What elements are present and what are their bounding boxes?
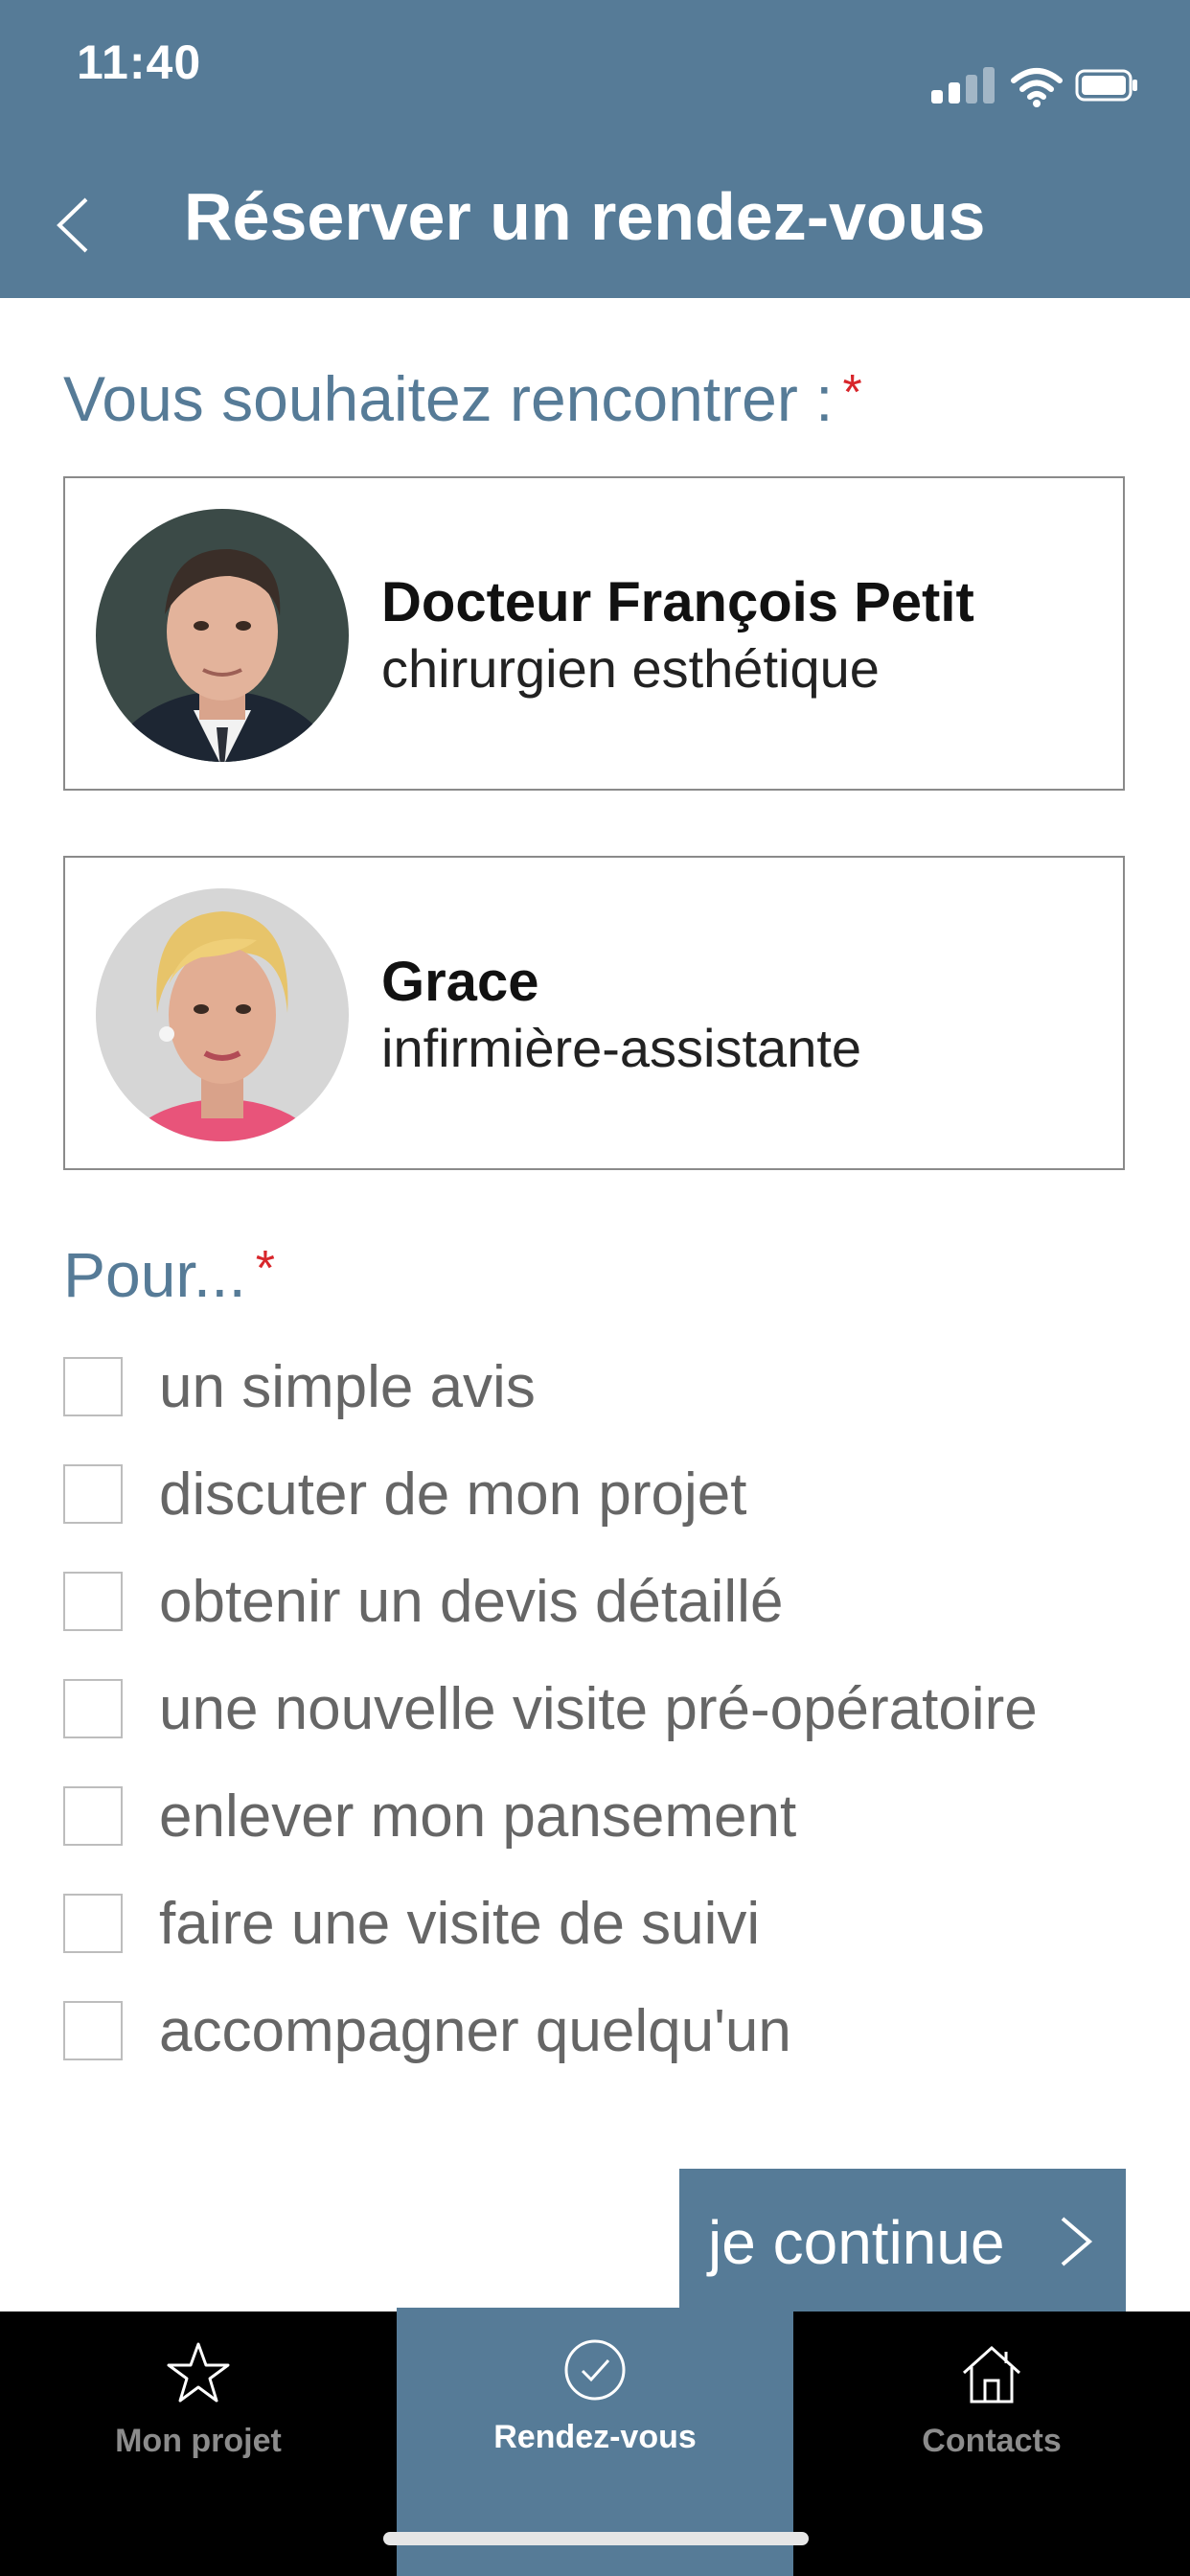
home-icon: [962, 2345, 1021, 2404]
continue-label: je continue: [708, 2208, 1005, 2277]
option-enlever-pansement[interactable]: enlever mon pansement: [63, 1781, 1146, 1857]
checkbox[interactable]: [63, 1786, 123, 1846]
checkbox[interactable]: [63, 1572, 123, 1631]
avatar: [96, 509, 349, 762]
required-mark: *: [255, 1241, 276, 1297]
star-icon: [167, 2342, 230, 2403]
option-label: accompagner quelqu'un: [159, 1998, 791, 2064]
person-role: chirurgien esthétique: [381, 638, 880, 699]
meet-section-label: Vous souhaitez rencontrer : *: [63, 362, 862, 435]
option-label: faire une visite de suivi: [159, 1891, 761, 1957]
purpose-label-text: Pour...: [63, 1239, 246, 1310]
purpose-section-label: Pour... *: [63, 1238, 275, 1311]
option-accompagner[interactable]: accompagner quelqu'un: [63, 1995, 1146, 2072]
option-visite-pre-operatoire[interactable]: une nouvelle visite pré-opératoire: [63, 1673, 1146, 1750]
battery-icon: [1075, 69, 1137, 102]
option-label: un simple avis: [159, 1354, 536, 1420]
status-time: 11:40: [77, 35, 202, 89]
checkbox[interactable]: [63, 1679, 123, 1738]
page-title: Réserver un rendez-vous: [184, 179, 986, 254]
wifi-icon: [1011, 68, 1063, 107]
tab-label: Mon projet: [115, 2423, 282, 2459]
option-label: enlever mon pansement: [159, 1783, 797, 1850]
checkbox[interactable]: [63, 1464, 123, 1524]
person-role: infirmière-assistante: [381, 1018, 862, 1078]
option-label: discuter de mon projet: [159, 1461, 747, 1528]
continue-button[interactable]: je continue: [679, 2169, 1126, 2312]
avatar: [96, 888, 349, 1141]
status-icons: [931, 65, 1152, 107]
person-name: Grace: [381, 951, 539, 1013]
back-button[interactable]: [50, 192, 98, 259]
required-mark: *: [842, 365, 862, 421]
tab-contacts[interactable]: Contacts: [793, 2312, 1190, 2576]
person-name: Docteur François Petit: [381, 571, 974, 633]
tab-mon-projet[interactable]: Mon projet: [0, 2312, 397, 2576]
option-label: une nouvelle visite pré-opératoire: [159, 1676, 1038, 1742]
tab-label: Contacts: [922, 2423, 1062, 2459]
checkbox[interactable]: [63, 1894, 123, 1953]
option-discuter-projet[interactable]: discuter de mon projet: [63, 1459, 1146, 1535]
chevron-left-icon: [57, 197, 88, 253]
option-devis-detaille[interactable]: obtenir un devis détaillé: [63, 1566, 1146, 1643]
tab-label: Rendez-vous: [493, 2419, 697, 2455]
signal-icon: [931, 65, 998, 107]
person-card-doctor[interactable]: Docteur François Petit chirurgien esthét…: [63, 476, 1125, 791]
check-circle-icon: [564, 2339, 626, 2401]
chevron-right-icon: [1061, 2217, 1093, 2266]
option-simple-avis[interactable]: un simple avis: [63, 1351, 1146, 1428]
option-label: obtenir un devis détaillé: [159, 1569, 784, 1635]
app-header: 11:40 Réserver un rendez-vous: [0, 0, 1190, 298]
person-card-assistant[interactable]: Grace infirmière-assistante: [63, 856, 1125, 1170]
option-visite-suivi[interactable]: faire une visite de suivi: [63, 1888, 1146, 1965]
home-indicator: [383, 2532, 809, 2545]
meet-label-text: Vous souhaitez rencontrer :: [63, 363, 834, 434]
checkbox[interactable]: [63, 2001, 123, 2060]
checkbox[interactable]: [63, 1357, 123, 1416]
